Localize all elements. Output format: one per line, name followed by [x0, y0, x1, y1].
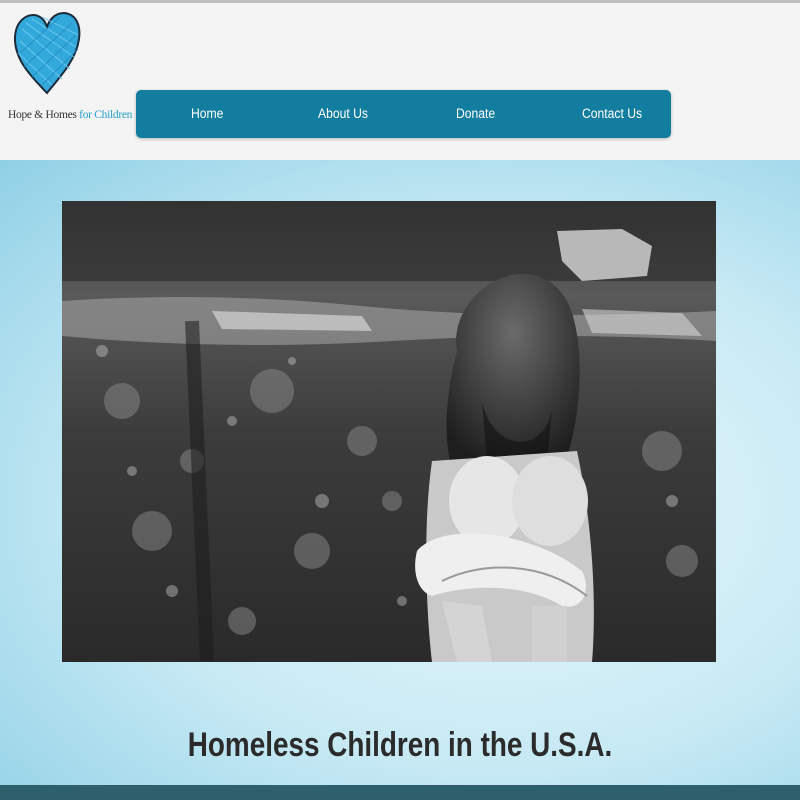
- main-nav: Home About Us Donate Contact Us: [136, 90, 671, 138]
- page-headline: Homeless Children in the U.S.A.: [187, 726, 613, 764]
- hero-image: [62, 201, 716, 662]
- nav-contact-us[interactable]: Contact Us: [582, 90, 642, 138]
- main-content: Homeless Children in the U.S.A.: [0, 160, 800, 785]
- site-logo[interactable]: Hope & Homes for Children: [6, 9, 134, 129]
- blue-heart-icon: [13, 11, 81, 95]
- site-header: Hope & Homes for Children Home About Us …: [0, 3, 800, 160]
- footer-strip: [0, 785, 800, 800]
- nav-home[interactable]: Home: [191, 90, 223, 138]
- logo-text: Hope & Homes for Children: [8, 109, 138, 121]
- nav-donate[interactable]: Donate: [456, 90, 495, 138]
- nav-about-us[interactable]: About Us: [318, 90, 368, 138]
- logo-text-hope-homes: Hope & Homes: [8, 109, 77, 121]
- logo-text-for-children: for Children: [79, 109, 133, 121]
